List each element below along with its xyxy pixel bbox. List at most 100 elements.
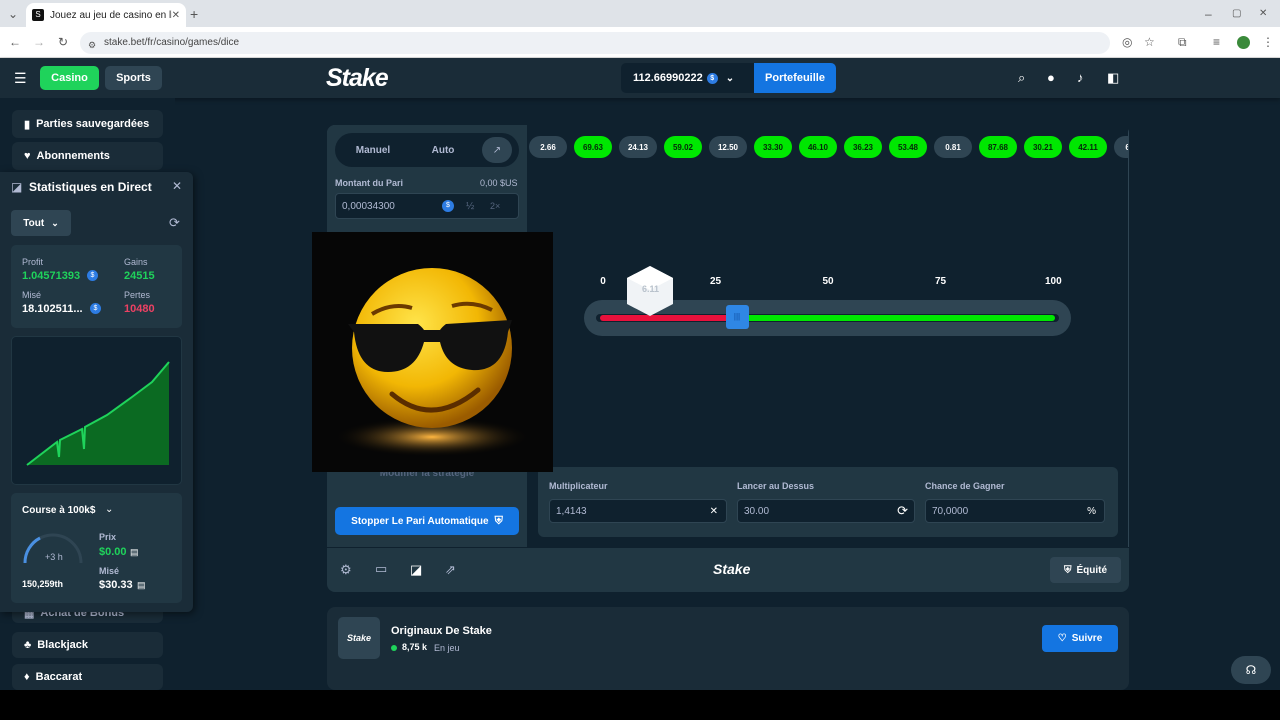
multiplier-field[interactable]: 1,4143 ✕ — [549, 499, 727, 523]
us-flag-icon: ▤ — [137, 580, 146, 590]
forward-icon[interactable]: → — [33, 34, 45, 50]
reload-icon[interactable]: ↻ — [58, 34, 68, 50]
originals-icon: Stake — [338, 617, 380, 659]
new-tab-icon[interactable]: + — [190, 6, 198, 22]
back-icon[interactable]: ← — [9, 34, 21, 50]
gains-value: 24515 — [124, 270, 155, 282]
support-chat-button[interactable]: ☊ — [1231, 656, 1271, 684]
history-result[interactable]: 42.11 — [1069, 136, 1107, 158]
players-status: En jeu — [434, 643, 460, 653]
chevron-down-icon[interactable]: ⌄ — [105, 504, 113, 515]
diamond-icon: ♦ — [24, 671, 30, 683]
players-count: 8,75 k — [402, 642, 428, 652]
headset-icon: ☊ — [1245, 663, 1257, 677]
scale-tick-label: 50 — [822, 276, 834, 287]
webcam-overlay — [312, 232, 553, 472]
history-result[interactable]: 46.10 — [799, 136, 837, 158]
fairness-button[interactable]: ⛨ Équité — [1050, 557, 1121, 583]
eye-off-icon[interactable]: ◎ — [1122, 34, 1132, 50]
sidebar-item-saved[interactable]: ▮ Parties sauvegardées — [12, 110, 163, 138]
history-result[interactable]: 33.30 — [754, 136, 792, 158]
scale-tick-label: 100 — [1045, 276, 1062, 287]
history-result[interactable]: 6.11 — [1114, 136, 1128, 158]
sports-button[interactable]: Sports — [105, 66, 162, 90]
stop-autobet-label: Stopper Le Pari Automatique — [351, 515, 489, 527]
sidebar-item-blackjack[interactable]: ♣ Blackjack — [12, 632, 163, 658]
bet-usd-value: 0,00 $US — [480, 178, 518, 188]
chat-panel-icon[interactable]: ◧ — [1107, 70, 1119, 86]
win-chance-field[interactable]: 70,0000% — [925, 499, 1105, 523]
history-result[interactable]: 24.13 — [619, 136, 657, 158]
percent-icon: % — [1087, 505, 1096, 517]
url-field[interactable]: stake.bet/fr/casino/games/dice — [80, 32, 1110, 54]
swap-icon[interactable]: ⟳ — [897, 503, 908, 519]
wallet-button[interactable]: Portefeuille — [754, 63, 836, 93]
site-info-icon[interactable]: ⚙ — [88, 37, 96, 53]
history-result[interactable]: 0.81 — [934, 136, 972, 158]
tab-menu-icon[interactable]: ⌄ — [8, 6, 18, 22]
heart-icon: ♥ — [24, 150, 31, 162]
history-result[interactable]: 87.68 — [979, 136, 1017, 158]
profit-label: Profit — [22, 257, 44, 267]
sidebar-item-baccarat[interactable]: ♦ Baccarat — [12, 664, 163, 690]
window-close-icon[interactable]: ✕ — [1259, 6, 1267, 22]
tab-manual[interactable]: Manuel — [340, 137, 406, 163]
restore-icon[interactable]: ▢ — [1232, 6, 1241, 22]
user-icon[interactable]: ● — [1047, 70, 1055, 85]
gains-label: Gains — [124, 257, 148, 267]
stats-filter-dropdown[interactable]: Tout ⌄ — [11, 210, 71, 236]
history-result[interactable]: 36.23 — [844, 136, 882, 158]
media-icon[interactable]: ≡ — [1213, 34, 1220, 50]
scale-tick-label: 25 — [709, 276, 722, 287]
race-title[interactable]: Course à 100k$ — [22, 505, 95, 516]
coin-icon: $ — [90, 303, 101, 314]
slider-handle[interactable]: ||| — [725, 305, 749, 329]
stake-logo[interactable]: Stake — [326, 64, 389, 93]
stop-autobet-button[interactable]: Stopper Le Pari Automatique ⛨ — [335, 507, 519, 535]
win-chance-value: 70,0000 — [932, 505, 969, 517]
profile-avatar-icon[interactable] — [1237, 36, 1250, 49]
history-result[interactable]: 12.50 — [709, 136, 747, 158]
coin-icon: $ — [442, 200, 454, 212]
minimize-icon[interactable]: – — [1205, 6, 1212, 22]
profit-graph — [11, 336, 182, 485]
chrome-menu-icon[interactable]: ⋮ — [1262, 34, 1274, 50]
roll-over-field[interactable]: 30.00 ⟳ — [737, 499, 915, 523]
settings-gear-icon[interactable]: ⚙ — [340, 562, 352, 578]
double-button[interactable]: 2× — [490, 201, 518, 211]
history-result[interactable]: 59.02 — [664, 136, 702, 158]
theatre-icon[interactable]: ▭ — [375, 561, 387, 577]
casino-button[interactable]: Casino — [40, 66, 99, 90]
tab-auto[interactable]: Auto — [410, 137, 476, 163]
originals-title[interactable]: Originaux De Stake — [391, 625, 492, 637]
multiplier-label: Multiplicateur — [549, 481, 608, 491]
search-icon[interactable]: ⌕ — [1018, 70, 1025, 86]
refresh-icon[interactable]: ⟳ — [169, 215, 180, 231]
sidebar-item-subscriptions[interactable]: ♥ Abonnements — [12, 142, 163, 170]
bet-amount-value: 0,00034300 — [342, 200, 395, 212]
heart-icon: ♡ — [1057, 633, 1067, 644]
browser-tab[interactable]: S Jouez au jeu de casino en ligne ✕ — [26, 3, 186, 27]
balance-selector[interactable]: 112.66990222 $ ⌄ — [621, 63, 754, 93]
history-result[interactable]: 30.21 — [1024, 136, 1062, 158]
half-button[interactable]: ½ — [466, 201, 490, 212]
bell-icon[interactable]: ♪ — [1077, 70, 1084, 85]
history-result[interactable]: 53.48 — [889, 136, 927, 158]
stats-filter-value: Tout — [23, 217, 45, 229]
stats-title: Statistiques en Direct — [29, 180, 152, 194]
advanced-icon[interactable]: ↗ — [482, 137, 512, 163]
history-result[interactable]: 2.66 — [529, 136, 567, 158]
history-result[interactable]: 69.63 — [574, 136, 612, 158]
popout-icon[interactable]: ⇗ — [445, 562, 456, 578]
tab-close-icon[interactable]: ✕ — [172, 10, 180, 21]
stats-chart-icon[interactable]: ◪ — [410, 562, 422, 578]
menu-icon[interactable]: ☰ — [14, 70, 27, 87]
bottom-letterbox — [0, 690, 1280, 720]
stats-close-icon[interactable]: ✕ — [172, 179, 182, 193]
bookmark-star-icon[interactable]: ☆ — [1144, 34, 1155, 50]
bet-amount-field[interactable]: 0,00034300 $ ½ 2× — [335, 193, 519, 219]
race-time: +3 h — [45, 552, 63, 562]
multiply-icon: ✕ — [709, 505, 718, 517]
extensions-icon[interactable]: ⧉ — [1178, 34, 1187, 50]
follow-button[interactable]: ♡ Suivre — [1042, 625, 1118, 652]
